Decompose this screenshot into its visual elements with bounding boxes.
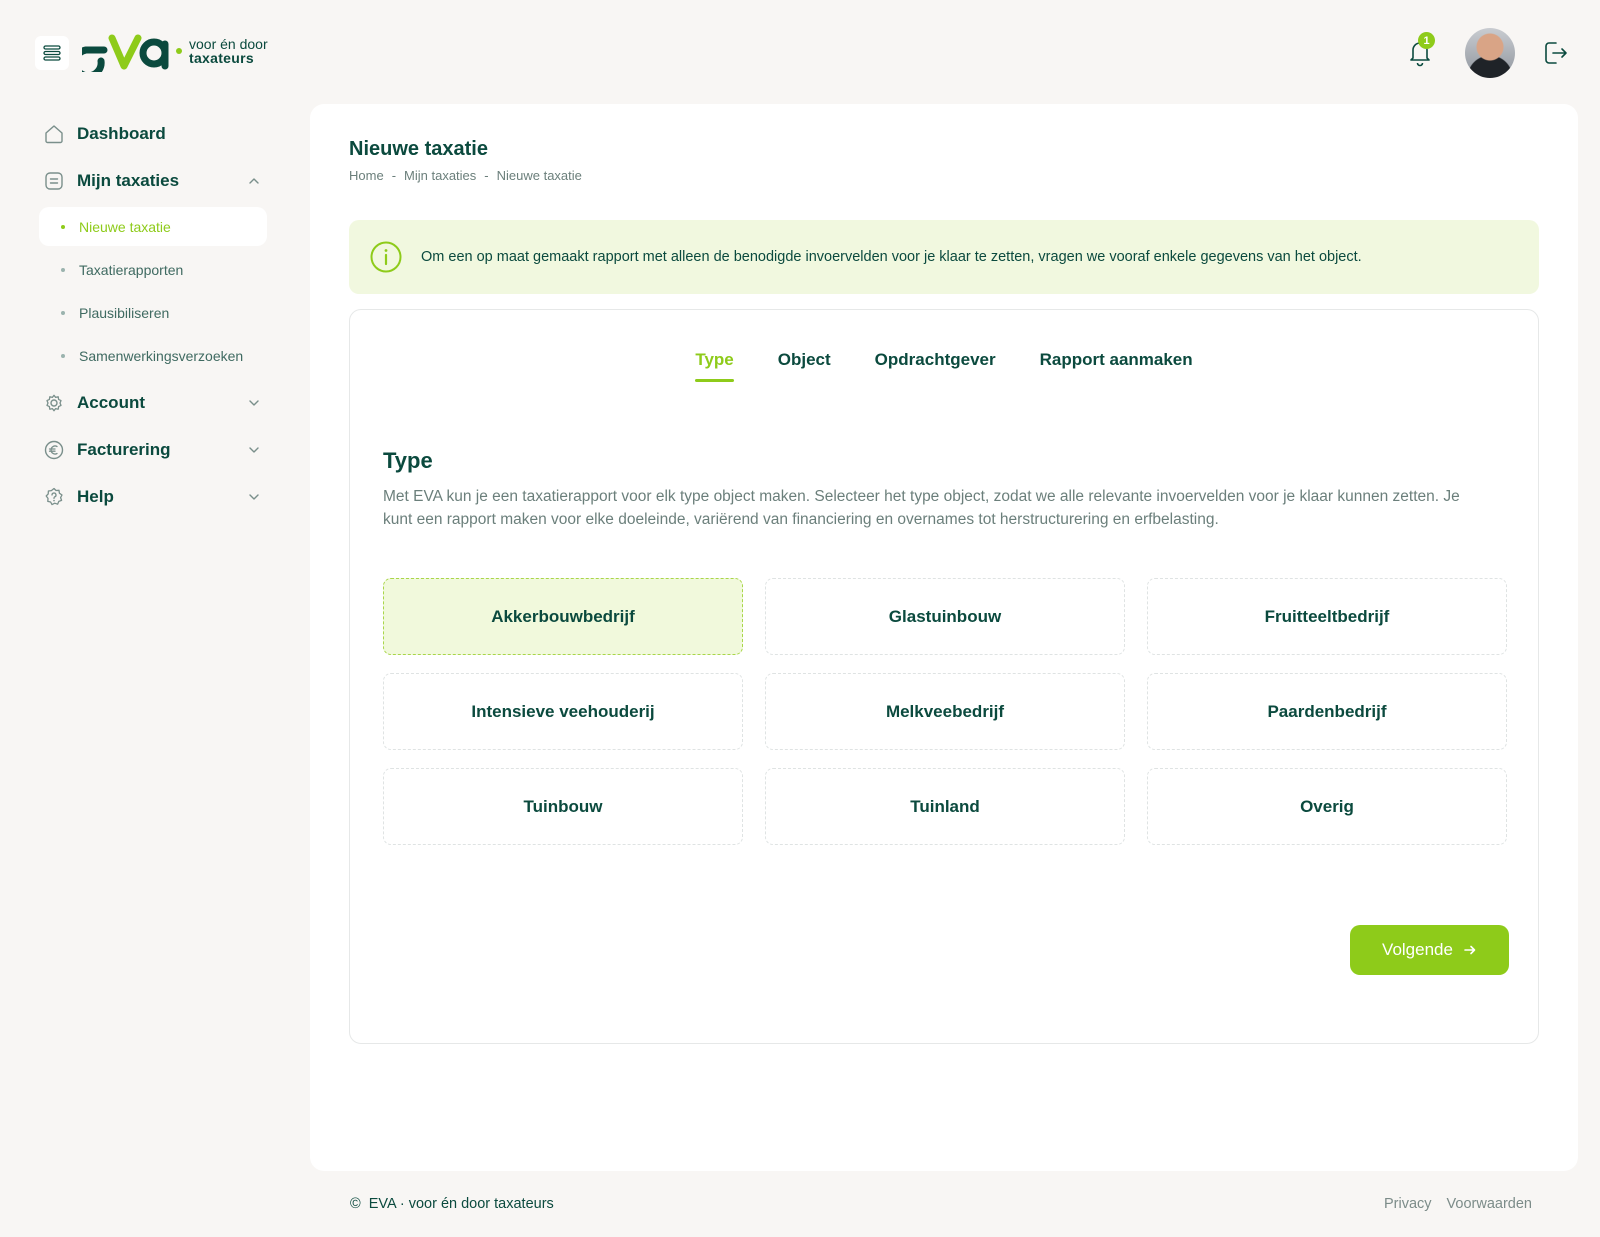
sidebar-item-label: Account xyxy=(77,393,145,412)
sidebar-subitem-label: Plausibiliseren xyxy=(79,304,170,321)
logout-icon[interactable] xyxy=(1542,38,1570,68)
chevron-down-icon xyxy=(249,400,259,406)
sidebar-subitem-label: Taxatierapporten xyxy=(79,261,184,278)
logo-dot xyxy=(176,48,182,54)
sidebar-item-mijn-taxaties[interactable]: Mijn taxaties xyxy=(39,163,267,199)
breadcrumb-mijn-taxaties[interactable]: Mijn taxaties xyxy=(404,168,476,183)
copyright-icon: © xyxy=(350,1196,361,1212)
gear-icon xyxy=(46,394,62,412)
page-title: Nieuwe taxatie xyxy=(349,138,488,160)
notification-badge: 1 xyxy=(1418,32,1435,49)
sidebar-item-label: Facturering xyxy=(77,440,171,459)
tab-type[interactable]: Type xyxy=(695,350,735,382)
tagline-line-2: taxateurs xyxy=(189,50,254,66)
sidebar-item-label: Mijn taxaties xyxy=(77,171,180,190)
next-button-label: Volgende xyxy=(1382,940,1453,959)
home-icon xyxy=(45,125,63,144)
type-options-grid: Akkerbouwbedrijf Glastuinbouw Fruitteelt… xyxy=(383,578,1507,845)
section-title: Type xyxy=(383,448,433,473)
user-avatar[interactable] xyxy=(1465,28,1515,78)
privacy-link[interactable]: Privacy xyxy=(1384,1196,1432,1212)
tab-object[interactable]: Object xyxy=(778,350,831,382)
document-icon xyxy=(45,172,63,190)
info-icon xyxy=(370,241,402,273)
option-tuinland[interactable]: Tuinland xyxy=(765,768,1125,845)
bullet xyxy=(61,353,65,358)
footer-links: Privacy Voorwaarden xyxy=(1384,1196,1532,1212)
bullet xyxy=(61,310,65,315)
breadcrumb-separator: - xyxy=(391,168,397,183)
chevron-down-icon xyxy=(249,494,259,500)
sidebar-item-dashboard[interactable]: Dashboard xyxy=(39,116,267,152)
info-banner: Om een op maat gemaakt rapport met allee… xyxy=(349,220,1539,294)
breadcrumb: Home - Mijn taxaties - Nieuwe taxatie xyxy=(349,168,582,183)
footer-copyright: © EVA · voor én door taxateurs xyxy=(350,1196,554,1212)
sidebar-subitem-label: Nieuwe taxatie xyxy=(79,218,171,235)
option-intensieve-veehouderij[interactable]: Intensieve veehouderij xyxy=(383,673,743,750)
help-icon xyxy=(45,487,63,506)
section-description: Met EVA kun je een taxatierapport voor e… xyxy=(383,488,1460,528)
sidebar-subitem-taxatierapporten[interactable]: Taxatierapporten xyxy=(39,250,267,289)
next-button[interactable]: Volgende xyxy=(1350,925,1509,975)
breadcrumb-home[interactable]: Home xyxy=(349,168,384,183)
info-text: Om een op maat gemaakt rapport met allee… xyxy=(421,249,1362,265)
menu-icon xyxy=(43,45,61,61)
chevron-down-icon xyxy=(249,447,259,453)
bullet xyxy=(61,224,65,229)
eva-logo[interactable]: voor én door taxateurs xyxy=(82,30,268,72)
main-panel: Nieuwe taxatie Home - Mijn taxaties - Ni… xyxy=(310,104,1578,1171)
option-overig[interactable]: Overig xyxy=(1147,768,1507,845)
breadcrumb-current: Nieuwe taxatie xyxy=(496,168,582,183)
bullet xyxy=(61,267,65,272)
arrow-right-icon xyxy=(1464,945,1476,955)
sidebar-item-facturering[interactable]: Facturering xyxy=(39,432,267,468)
sidebar-subitem-label: Samenwerkingsverzoeken xyxy=(79,347,244,364)
wizard-tabs: Type Object Opdrachtgever Rapport aanmak… xyxy=(350,350,1538,382)
option-tuinbouw[interactable]: Tuinbouw xyxy=(383,768,743,845)
sidebar: Dashboard Mijn taxaties Nieuwe taxatie T… xyxy=(39,116,267,526)
chevron-up-icon xyxy=(249,178,259,184)
menu-toggle-button[interactable] xyxy=(35,36,69,70)
sidebar-subitem-nieuwe-taxatie[interactable]: Nieuwe taxatie xyxy=(39,207,267,246)
copyright-text: EVA · voor én door taxateurs xyxy=(368,1196,554,1212)
voorwaarden-link[interactable]: Voorwaarden xyxy=(1447,1196,1532,1212)
option-melkveebedrijf[interactable]: Melkveebedrijf xyxy=(765,673,1125,750)
option-glastuinbouw[interactable]: Glastuinbouw xyxy=(765,578,1125,655)
sidebar-subitem-samenwerkingsverzoeken[interactable]: Samenwerkingsverzoeken xyxy=(39,336,267,375)
breadcrumb-separator: - xyxy=(484,168,489,183)
option-fruitteeltbedrijf[interactable]: Fruitteeltbedrijf xyxy=(1147,578,1507,655)
sidebar-item-help[interactable]: Help xyxy=(39,479,267,515)
sidebar-item-label: Help xyxy=(77,487,114,506)
eva-logo-mark xyxy=(82,34,169,72)
sidebar-submenu-mijn-taxaties: Nieuwe taxatie Taxatierapporten Plausibi… xyxy=(39,207,267,375)
sidebar-item-label: Dashboard xyxy=(77,124,166,143)
logo-tagline: voor én door taxateurs xyxy=(189,37,268,65)
option-akkerbouwbedrijf[interactable]: Akkerbouwbedrijf xyxy=(383,578,743,655)
sidebar-item-account[interactable]: Account xyxy=(39,385,267,421)
euro-icon xyxy=(44,440,64,460)
tagline-line-1: voor én door xyxy=(189,36,268,52)
wizard-card: Type Object Opdrachtgever Rapport aanmak… xyxy=(349,309,1539,1044)
sidebar-subitem-plausibiliseren[interactable]: Plausibiliseren xyxy=(39,293,267,332)
tab-opdrachtgever[interactable]: Opdrachtgever xyxy=(875,350,996,382)
tab-rapport-aanmaken[interactable]: Rapport aanmaken xyxy=(1040,350,1193,382)
option-paardenbedrijf[interactable]: Paardenbedrijf xyxy=(1147,673,1507,750)
